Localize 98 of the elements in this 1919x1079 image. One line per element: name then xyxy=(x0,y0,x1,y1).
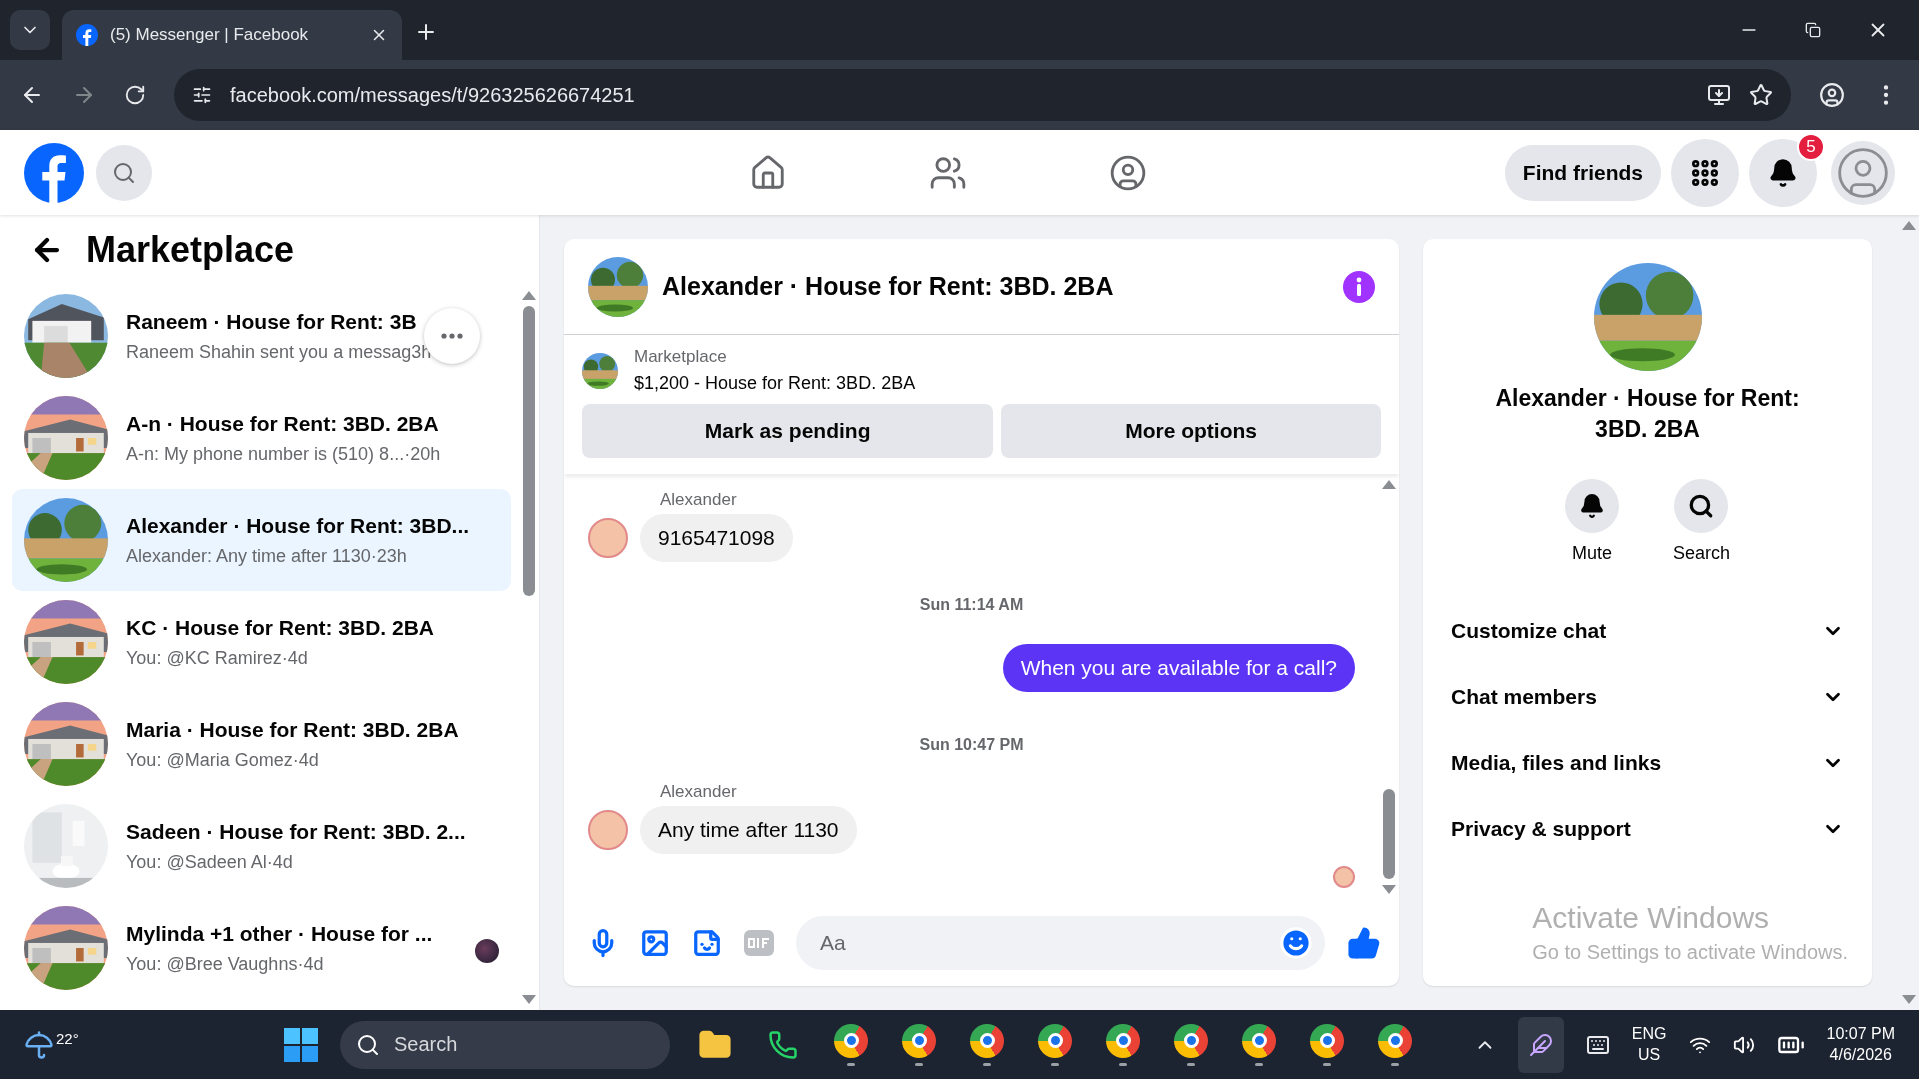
windows-start-icon[interactable] xyxy=(284,1027,318,1062)
browser-tab[interactable]: (5) Messenger | Facebook xyxy=(62,10,402,60)
message-bubble: Any time after 1130 xyxy=(640,806,857,854)
message-preview: Alexander: Any time after 1130 xyxy=(126,545,371,567)
listing-title: $1,200 - House for Rent: 3BD. 2BA xyxy=(634,373,916,394)
message-time: ·23h xyxy=(370,545,407,567)
seen-avatar xyxy=(1333,866,1355,888)
message-bubble: 9165471098 xyxy=(640,514,793,562)
details-section[interactable]: Media, files and links xyxy=(1447,730,1848,797)
chrome-icon xyxy=(902,1023,936,1058)
message-time: ·20h xyxy=(404,443,441,465)
sidebar-title: Marketplace xyxy=(86,229,295,271)
listing-button[interactable]: Mark as pending xyxy=(582,404,994,458)
bell-icon xyxy=(1578,493,1605,520)
chrome-icon xyxy=(1310,1023,1344,1058)
bookmark-star-icon[interactable] xyxy=(1749,83,1773,107)
conversation-title: Sadeen · House for Rent: 3BD. 2... xyxy=(126,819,467,844)
site-settings-icon[interactable] xyxy=(192,85,212,105)
info-icon[interactable] xyxy=(1343,270,1375,303)
conversation-item[interactable]: Alexander · House for Rent: 3BD... Alexander: Any time after 1130·23h xyxy=(12,489,511,591)
profile-icon[interactable] xyxy=(1819,82,1845,108)
chrome-icon xyxy=(834,1023,868,1058)
timestamp: Sun 11:14 AM xyxy=(919,596,1024,614)
thumbs-up-icon[interactable] xyxy=(1347,926,1381,960)
language[interactable]: ENG xyxy=(1631,1023,1667,1045)
chrome-icon xyxy=(1038,1023,1072,1058)
message-time: ·4d xyxy=(266,851,293,873)
find-friends-button[interactable]: Find friends xyxy=(1504,144,1661,201)
pen-icon[interactable] xyxy=(1517,1016,1564,1073)
message-preview: You: @KC Ramirez xyxy=(126,647,282,669)
details-section[interactable]: Privacy & support xyxy=(1447,796,1848,863)
scroll-down-icon[interactable] xyxy=(1382,885,1396,894)
search-icon xyxy=(112,160,136,185)
avatar xyxy=(588,810,628,850)
message-preview: You: @Bree Vaughns xyxy=(126,953,298,975)
message-bubble: When you are available for a call? xyxy=(1002,644,1355,692)
details-section[interactable]: Chat members xyxy=(1447,664,1848,731)
sender-name: Alexander xyxy=(660,490,737,510)
conversation-title: KC · House for Rent: 3BD. 2BA xyxy=(126,615,436,640)
conversation-item[interactable]: Sadeen · House for Rent: 3BD. 2... You: @Sadeen Al·4d xyxy=(12,795,511,897)
message-time: ·4d xyxy=(297,953,324,975)
message-preview: You: @Maria Gomez xyxy=(126,749,293,771)
weather-icon[interactable] xyxy=(24,1029,54,1060)
message-time: ·4d xyxy=(292,749,319,771)
reload-icon[interactable] xyxy=(124,84,146,106)
message-time: ·4d xyxy=(281,647,308,669)
avatar xyxy=(588,518,628,558)
message-preview: A-n: My phone number is (510) 8... xyxy=(126,443,405,465)
clock-time[interactable]: 10:07 PM xyxy=(1826,1023,1895,1045)
search-icon xyxy=(1688,493,1715,520)
sender-name: Alexander xyxy=(660,782,737,802)
scrollbar-thumb[interactable] xyxy=(1383,789,1395,879)
chrome-icon xyxy=(1378,1023,1412,1058)
conversation-title: A-n · House for Rent: 3BD. 2BA xyxy=(126,411,440,436)
sticker-icon[interactable] xyxy=(692,928,722,958)
region[interactable]: US xyxy=(1638,1044,1661,1066)
scroll-up-icon[interactable] xyxy=(1382,480,1396,489)
conversation-title: Mylinda +1 other · House for ... xyxy=(126,921,434,946)
scrollbar-thumb[interactable] xyxy=(523,306,535,596)
conversation-title: Alexander · House for Rent: 3BD... xyxy=(126,513,471,538)
conversation-title: Maria · House for Rent: 3BD. 2BA xyxy=(126,717,460,742)
search-icon xyxy=(356,1032,380,1057)
chrome-icon xyxy=(1106,1023,1140,1058)
clock-date[interactable]: 4/6/2026 xyxy=(1829,1044,1892,1066)
conversation-title: Raneem · House for Rent: 3B xyxy=(126,309,418,334)
install-icon[interactable] xyxy=(1707,83,1731,107)
contact-name: Alexander · House for Rent: 3BD. 2BA xyxy=(1494,384,1801,445)
timestamp: Sun 10:47 PM xyxy=(919,736,1024,754)
restore-icon[interactable] xyxy=(1805,22,1821,38)
phone-icon xyxy=(768,1029,798,1060)
taskbar-search-field[interactable]: Search xyxy=(340,1020,670,1069)
scroll-up-icon[interactable] xyxy=(1902,221,1916,230)
message-preview: Raneem Shahin sent you a messag xyxy=(126,341,412,363)
activation-title: Activate Windows xyxy=(1532,901,1771,935)
conversation-item[interactable]: A-n · House for Rent: 3BD. 2BA A-n: My phone number is (510) 8...·20h xyxy=(12,387,511,489)
conversation-item[interactable]: KC · House for Rent: 3BD. 2BA You: @KC Ramirez·4d xyxy=(12,591,511,693)
chat-title: Alexander · House for Rent: 3BD. 2BA xyxy=(662,272,1115,301)
facebook-icon xyxy=(76,24,98,46)
chrome-icon xyxy=(970,1023,1004,1058)
chrome-icon xyxy=(1242,1023,1276,1058)
message-field[interactable]: Aa xyxy=(818,930,1279,956)
image-icon[interactable] xyxy=(640,928,670,958)
bell-icon xyxy=(1768,157,1798,188)
emoji-icon[interactable] xyxy=(1279,926,1313,960)
chrome-icon xyxy=(1174,1023,1208,1058)
tab-title: (5) Messenger | Facebook xyxy=(110,25,310,45)
conversation-item[interactable]: Mylinda +1 other · House for ... You: @Bree Vaughns·4d xyxy=(12,897,511,999)
temperature: 22° xyxy=(56,1029,79,1047)
listing-label: Marketplace xyxy=(634,347,728,367)
more-icon xyxy=(441,333,463,339)
message-preview: You: @Sadeen Al xyxy=(126,851,267,873)
listing-button[interactable]: More options xyxy=(1001,404,1381,458)
message-input[interactable]: Aa xyxy=(796,916,1325,970)
details-section[interactable]: Customize chat xyxy=(1447,598,1848,665)
activation-text: Go to Settings to activate Windows. xyxy=(1532,941,1848,964)
conversation-item[interactable]: Maria · House for Rent: 3BD. 2BA You: @Maria Gomez·4d xyxy=(12,693,511,795)
notification-badge: 5 xyxy=(1797,132,1825,161)
facebook-logo[interactable] xyxy=(24,142,84,203)
